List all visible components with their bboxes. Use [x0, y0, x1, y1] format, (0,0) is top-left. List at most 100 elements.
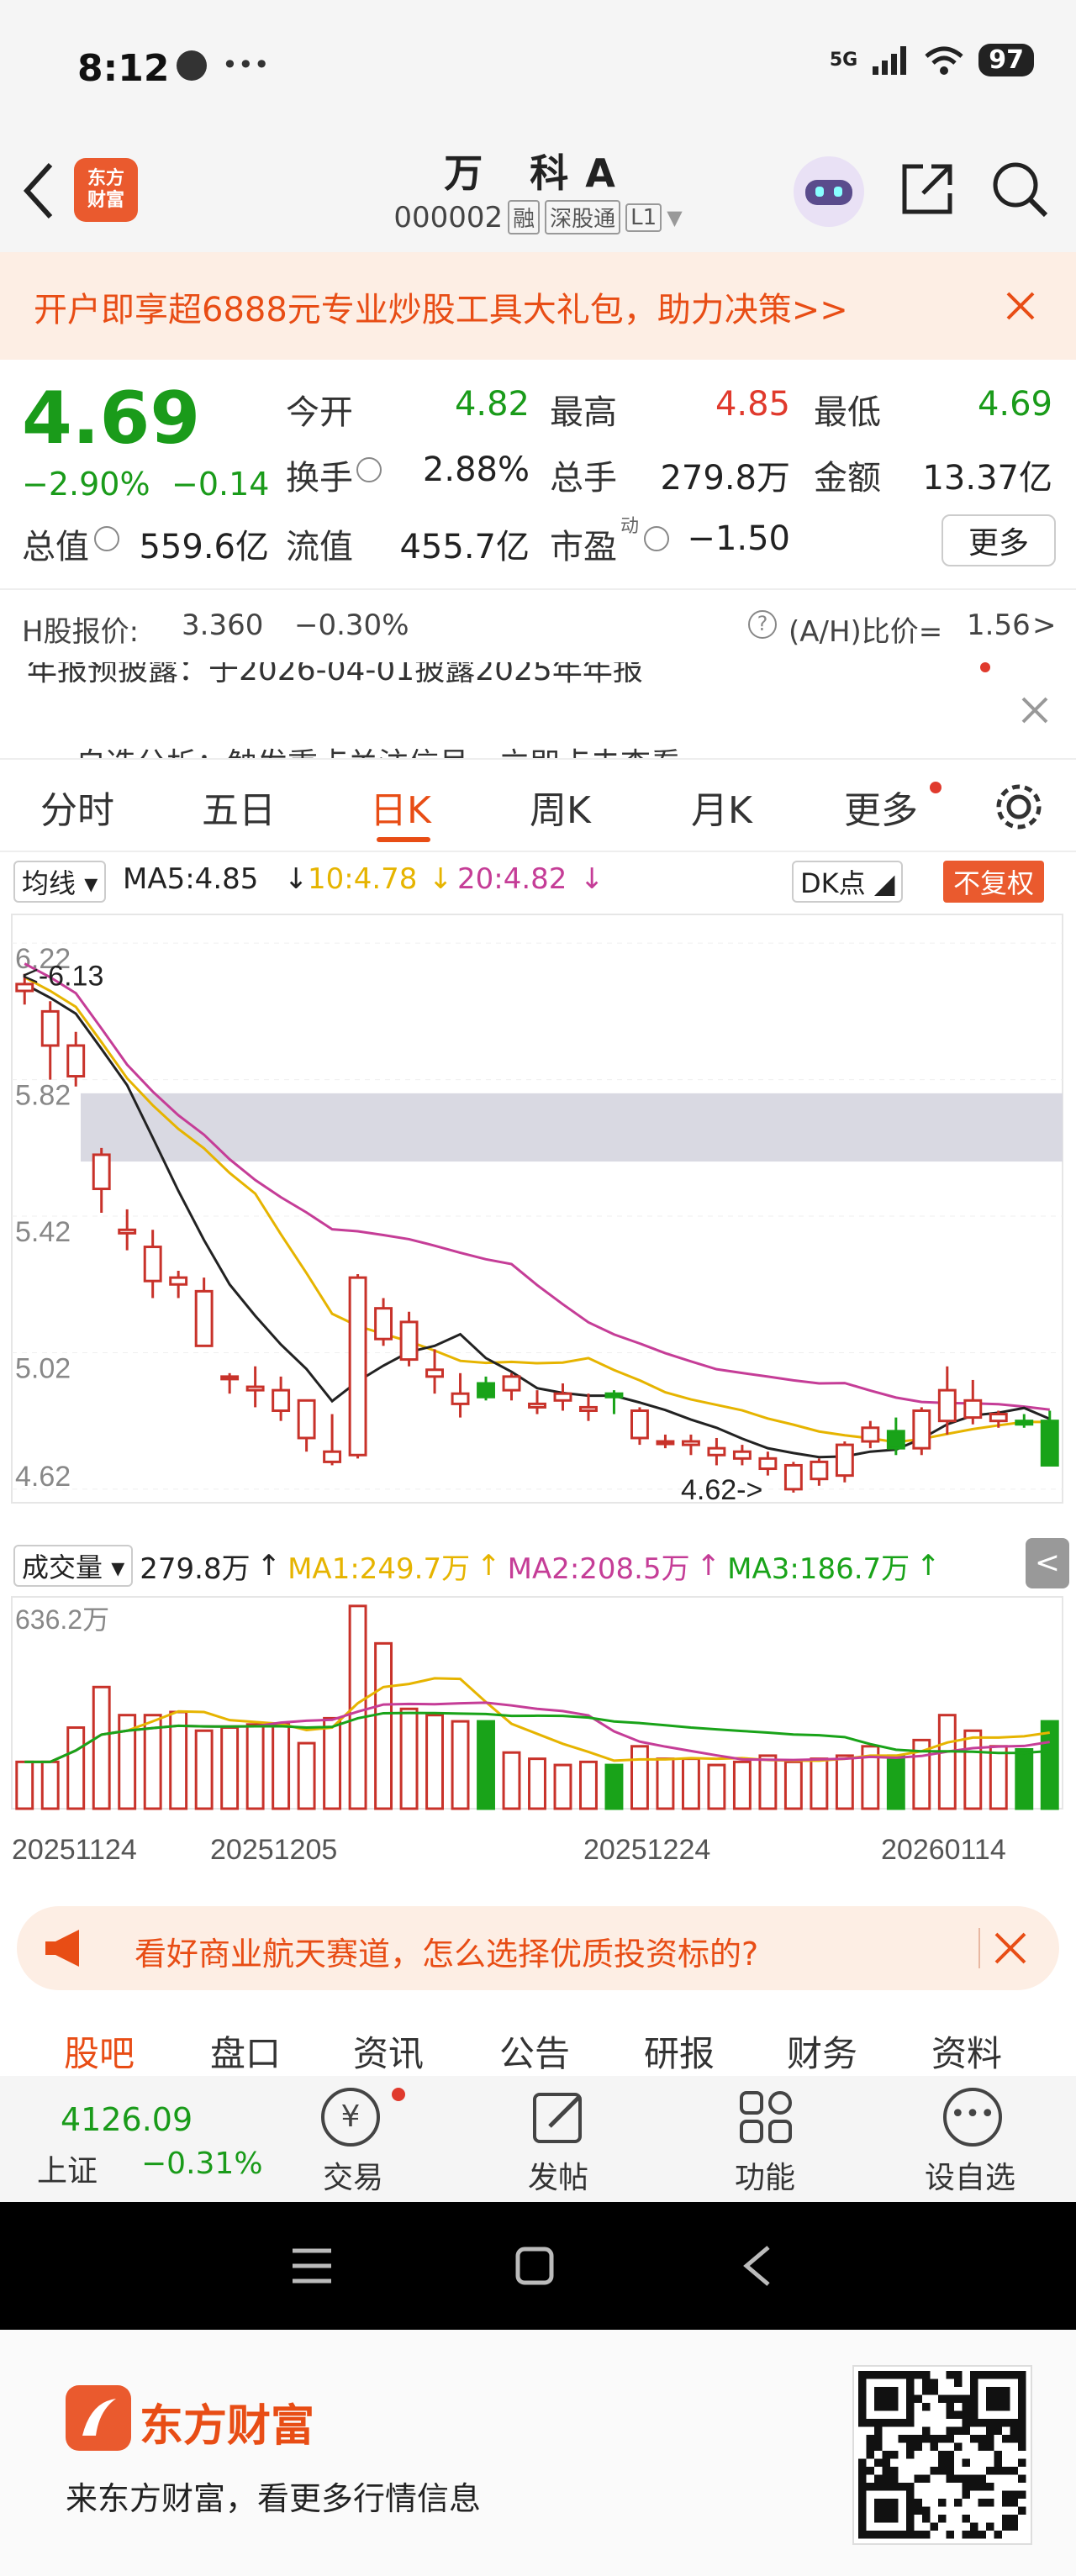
tab-daily[interactable]: 日K: [370, 780, 431, 834]
candle-body: [758, 1457, 778, 1471]
close-icon[interactable]: [1021, 696, 1049, 724]
help-icon[interactable]: ?: [748, 610, 777, 639]
apps-icon[interactable]: [736, 2088, 795, 2147]
collapse-arrow-icon[interactable]: <: [1026, 1538, 1069, 1588]
tab-5day[interactable]: 五日: [202, 780, 276, 834]
candle-body: [40, 1009, 60, 1047]
info-icon[interactable]: [356, 457, 382, 482]
watchlist-icon[interactable]: •••: [943, 2088, 1002, 2147]
robot-assistant-icon[interactable]: [794, 156, 864, 227]
candle-body: [451, 1392, 470, 1405]
subtab-pankou[interactable]: 盘口: [210, 2026, 281, 2077]
candle-body: [604, 1392, 624, 1399]
back-icon[interactable]: [740, 2244, 773, 2288]
volume-label: 成交量: [22, 1551, 103, 1583]
quote-panel: 4.69 −2.90% −0.14 今开 4.82 最高 4.85 最低 4.6…: [0, 360, 1076, 662]
subtab-research[interactable]: 研报: [644, 2026, 715, 2077]
notice-ticker[interactable]: 年报预披露：于2026-04-01披露2025年年报 自选分析：触发重点关注信号…: [0, 662, 1076, 760]
candle-body: [143, 1246, 162, 1283]
max-price-label: <-6.13: [22, 961, 103, 993]
post-icon[interactable]: [530, 2088, 588, 2147]
content-tabs: 股吧 盘口 资讯 公告 研报 财务 资料: [0, 2017, 1076, 2076]
mktcap-value: 559.6亿: [139, 528, 269, 566]
ma5-value: MA5:4.85: [123, 862, 259, 896]
notice-item[interactable]: 自选分析：触发重点关注信号，立即点击查看: [76, 740, 681, 758]
candle-body: [118, 1228, 137, 1235]
promo-banner[interactable]: 开户即享超6888元专业炒股工具大礼包，助力决策>>: [0, 252, 1076, 360]
subtab-profile[interactable]: 资料: [931, 2026, 1002, 2077]
change-pct: −2.90%: [22, 466, 150, 503]
candle-body: [656, 1440, 675, 1446]
candle-body: [835, 1443, 854, 1478]
ma-legend: 均线 ▾ MA5:4.85 ↓ 10:4.78 ↓ 20:4.82 ↓ DK点 …: [0, 852, 1076, 911]
dropdown-icon[interactable]: ▼: [667, 206, 682, 229]
share-icon[interactable]: [898, 160, 957, 219]
candle-body: [374, 1307, 393, 1341]
close-icon[interactable]: [994, 1931, 1027, 1965]
subtab-announce[interactable]: 公告: [499, 2026, 570, 2077]
indicator-mode: 均线: [22, 867, 76, 899]
indicator-select[interactable]: 均线 ▾: [13, 861, 107, 903]
date-label: 20251124: [12, 1834, 137, 1866]
index-name[interactable]: 上证: [37, 2147, 98, 2190]
candle-body: [1040, 1420, 1059, 1467]
gear-icon[interactable]: [994, 782, 1044, 832]
trade-label[interactable]: 交易: [323, 2153, 383, 2197]
close-icon[interactable]: [1005, 291, 1036, 321]
footer-promo: 东方财富 来东方财富，看更多行情信息: [0, 2330, 1076, 2576]
subtab-news[interactable]: 资讯: [353, 2026, 424, 2077]
vol-ma2: MA2:208.5万: [507, 1551, 690, 1586]
chevron-right-icon[interactable]: >: [1032, 608, 1057, 642]
status-icons: 5G 97: [830, 44, 1034, 76]
menu-icon[interactable]: [291, 2247, 333, 2284]
news-text[interactable]: 看好商业航天赛道，怎么选择优质投资标的?: [134, 1928, 758, 1974]
dk-select[interactable]: DK点 ◢: [792, 861, 904, 903]
search-icon[interactable]: [990, 160, 1051, 220]
volume-bar: [245, 1723, 265, 1810]
arrow-down-icon: ↓: [429, 862, 453, 896]
vol-ma1: MA1:249.7万: [287, 1551, 471, 1586]
arrow-down-icon: ↓: [580, 862, 604, 896]
notice-item[interactable]: 年报预披露：于2026-04-01披露2025年年报: [27, 662, 643, 689]
kline-svg[interactable]: 6.225.825.425.024.62<-6.134.62->636.2万20…: [0, 908, 1076, 1891]
apps-label[interactable]: 功能: [735, 2153, 795, 2197]
candle-body: [553, 1392, 572, 1402]
tab-weekly[interactable]: 周K: [530, 780, 591, 834]
volume-select[interactable]: 成交量 ▾: [13, 1545, 134, 1587]
trade-icon[interactable]: ¥: [321, 2088, 380, 2147]
change-value: −0.14: [171, 466, 270, 503]
tab-intraday[interactable]: 分时: [40, 780, 114, 834]
promo-text[interactable]: 开户即享超6888元专业炒股工具大礼包，助力决策>>: [34, 282, 848, 331]
stock-code: 000002: [393, 200, 504, 234]
candle-body: [732, 1450, 752, 1460]
news-banner[interactable]: 看好商业航天赛道，怎么选择优质投资标的?: [17, 1906, 1059, 1990]
adjust-button[interactable]: 不复权: [943, 861, 1045, 903]
candle-body: [272, 1388, 291, 1412]
amount-label: 金额: [814, 459, 881, 498]
more-button[interactable]: 更多: [942, 514, 1056, 566]
home-icon[interactable]: [514, 2246, 555, 2286]
volume-bar: [323, 1716, 342, 1810]
tab-monthly[interactable]: 月K: [691, 780, 752, 834]
info-icon[interactable]: [644, 526, 669, 551]
pe-sup: 动: [620, 516, 640, 537]
candle-body: [425, 1368, 445, 1378]
volume-bar: [297, 1741, 316, 1810]
post-label[interactable]: 发帖: [528, 2153, 588, 2197]
info-icon[interactable]: [94, 526, 119, 551]
tab-more[interactable]: 更多: [844, 780, 918, 834]
float-label: 流值: [286, 528, 353, 566]
ma10-value: 10:4.78: [308, 862, 418, 896]
open-label: 今开: [286, 393, 353, 432]
subtab-guba[interactable]: 股吧: [64, 2026, 134, 2077]
index-pct[interactable]: −0.31%: [141, 2147, 263, 2181]
y-tick-label: 5.82: [15, 1080, 71, 1112]
kline-chart[interactable]: 6.22 5.82 5.42 5.02 4.62 <-6.13 4.62-> 636.2万 20…: [0, 908, 1076, 1891]
ma5-line: [24, 982, 1051, 1459]
subtab-finance[interactable]: 财务: [787, 2026, 857, 2077]
watchlist-label[interactable]: 设自选: [925, 2153, 1015, 2197]
last-price: 4.69: [22, 377, 201, 461]
index-value[interactable]: 4126.09: [61, 2101, 193, 2138]
date-label: 20260114: [881, 1834, 1006, 1866]
min-price-label: 4.62->: [681, 1474, 762, 1506]
